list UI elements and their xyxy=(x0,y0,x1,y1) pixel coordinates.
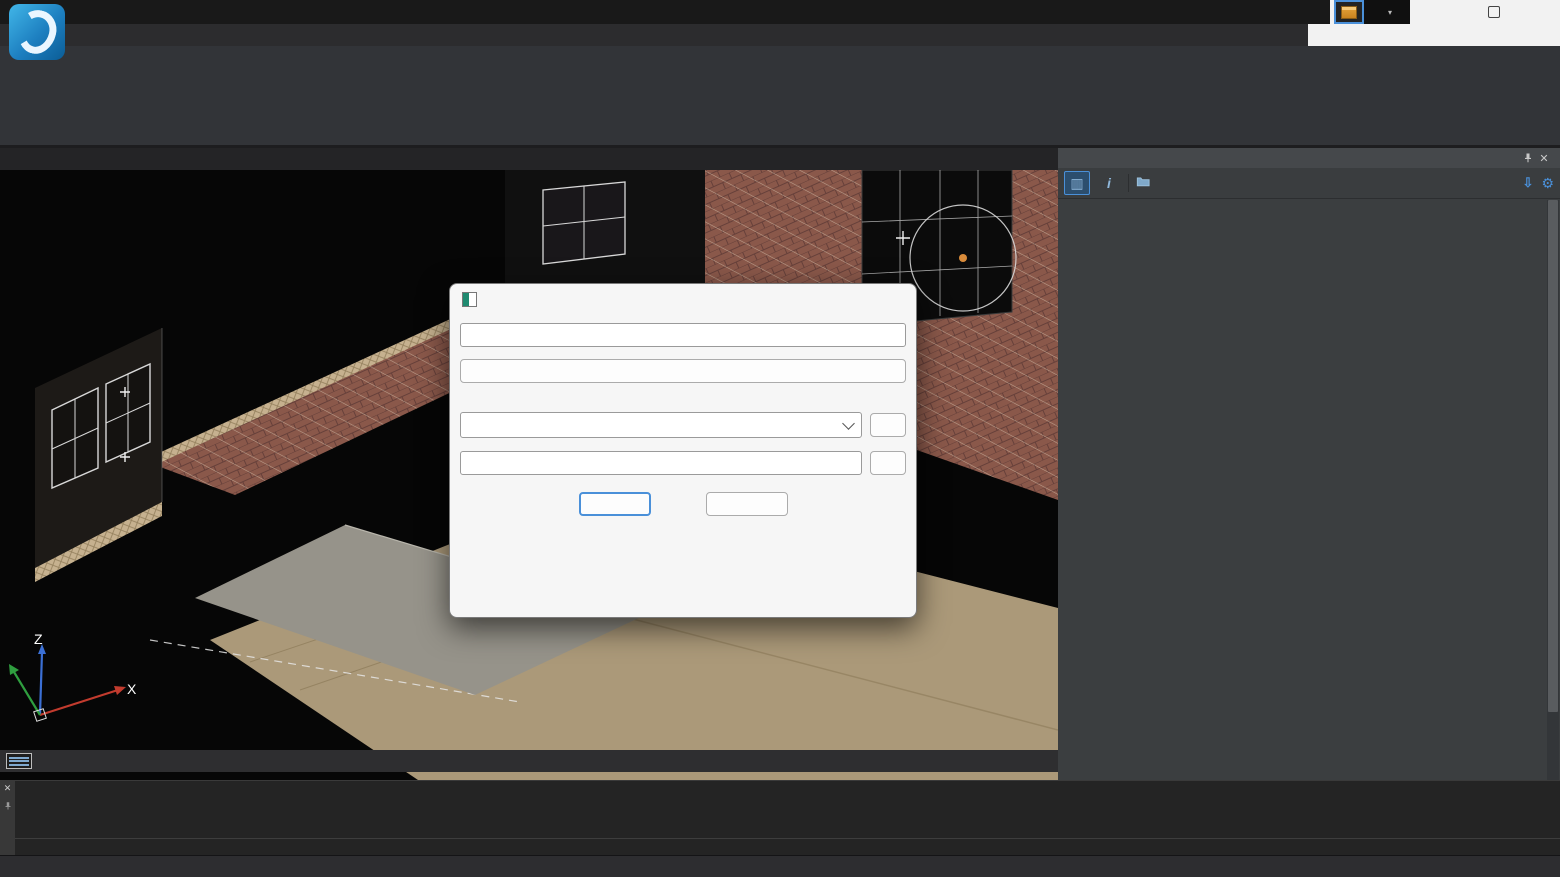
folder-icon xyxy=(1135,174,1151,193)
gear-icon[interactable]: ⚙ xyxy=(1541,175,1554,192)
command-prompt[interactable] xyxy=(15,838,1560,856)
layout-tab-bar xyxy=(0,750,1058,772)
app-switcher-button[interactable] xyxy=(1334,0,1364,24)
ribbon-tab-bar xyxy=(0,24,1560,46)
svg-text:Z: Z xyxy=(34,631,43,647)
ribbon xyxy=(0,46,1560,145)
table-icon xyxy=(1341,6,1357,19)
project-name-input[interactable] xyxy=(460,323,906,347)
minimize-button[interactable] xyxy=(1430,0,1470,24)
result-file-input[interactable] xyxy=(460,451,862,475)
ribbon-divider xyxy=(0,145,1560,148)
status-bar xyxy=(0,855,1560,877)
project-manager-panel: ✕ ▥ i ⇩ ⚙ xyxy=(1058,148,1560,780)
panel-close-icon[interactable]: ✕ xyxy=(1536,152,1552,165)
dialog-icon xyxy=(462,292,477,307)
panel-scrollbar[interactable] xyxy=(1547,200,1559,780)
chevron-down-icon: ▾ xyxy=(1388,8,1392,17)
ok-button[interactable] xyxy=(579,492,651,516)
scrollbar-thumb[interactable] xyxy=(1548,200,1558,712)
import-icon[interactable]: ⇩ xyxy=(1523,175,1534,192)
close-button[interactable] xyxy=(1518,0,1558,24)
info-mode-button[interactable]: i xyxy=(1096,171,1122,195)
maximize-icon xyxy=(1488,6,1500,18)
pin-icon[interactable] xyxy=(3,798,13,816)
svg-text:X: X xyxy=(127,681,137,697)
command-line-gutter: ✕ xyxy=(0,781,15,856)
nanocad-logo xyxy=(9,4,65,60)
file-browse-button[interactable] xyxy=(870,451,906,475)
command-line-panel: ✕ xyxy=(0,780,1560,856)
chevron-down-icon xyxy=(842,417,855,430)
title-bar: ▾ xyxy=(0,0,1560,24)
help-button[interactable]: ▾ xyxy=(1364,0,1410,24)
dialog-title-bar[interactable] xyxy=(450,284,916,314)
project-tree xyxy=(1058,200,1546,780)
maximize-button[interactable] xyxy=(1474,0,1514,24)
document-tab-bar xyxy=(0,148,1058,170)
ribbon-light-strip xyxy=(1308,24,1560,46)
export-specifier-select[interactable] xyxy=(460,412,862,438)
close-icon[interactable]: ✕ xyxy=(4,783,12,794)
pin-icon[interactable] xyxy=(1520,152,1536,164)
nanocad-window: ▾ xyxy=(0,0,1560,877)
command-history xyxy=(15,781,1560,838)
specifier-browse-button[interactable] xyxy=(870,413,906,437)
panel-header: ✕ xyxy=(1058,148,1560,168)
window-title xyxy=(540,0,1310,24)
panel-toolbar: ▥ i ⇩ ⚙ xyxy=(1058,168,1560,199)
project-structure-button[interactable]: ▥ xyxy=(1064,171,1090,195)
cancel-button[interactable] xyxy=(706,492,788,516)
export-ifc-dialog xyxy=(449,283,917,618)
project-structure-button[interactable] xyxy=(460,359,906,383)
layout-menu-icon[interactable] xyxy=(6,753,32,769)
